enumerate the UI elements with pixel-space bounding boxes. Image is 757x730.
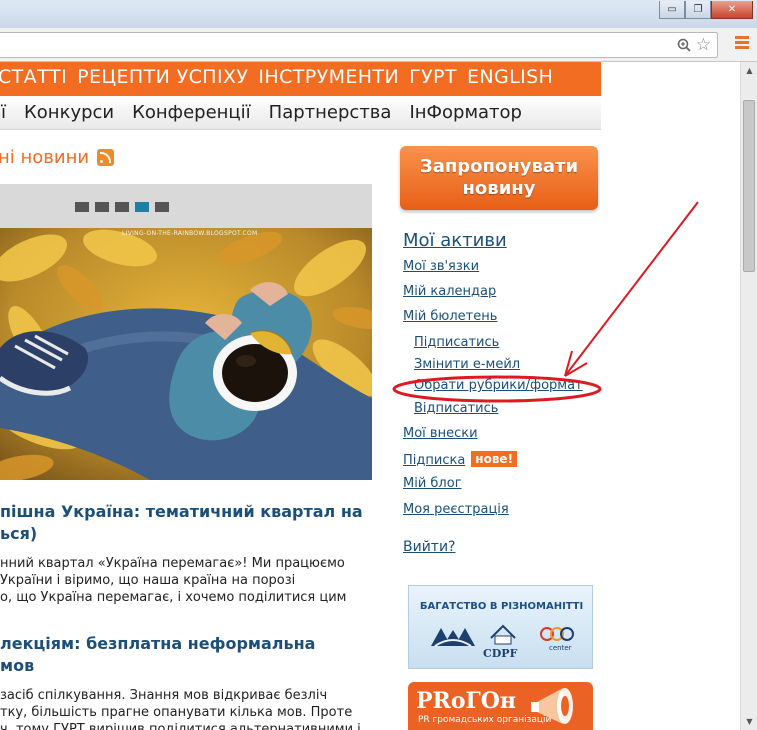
article-1-title-line-1[interactable]: пішна Україна: тематичний квартал на bbox=[0, 502, 363, 521]
article-2-text-line-3: ч, тому ГУРТ вирішив поділитися альтерна… bbox=[0, 722, 361, 730]
article-1-text-line-1: нний квартал «Україна перемагає»! Ми пра… bbox=[0, 556, 345, 571]
link-my-contributions[interactable]: Мої внески bbox=[403, 426, 478, 441]
new-badge: нове! bbox=[471, 451, 518, 467]
news-section-title: ні новини bbox=[0, 147, 115, 168]
link-my-calendar[interactable]: Мій календар bbox=[403, 284, 496, 299]
link-change-email[interactable]: Змінити е-мейл bbox=[414, 357, 520, 372]
secondary-nav: ії Конкурси Конференції Партнерства ІнФо… bbox=[0, 96, 601, 130]
link-subscription[interactable]: Підписка bbox=[403, 453, 465, 468]
slider-dots bbox=[75, 202, 169, 212]
link-choose-rubrics[interactable]: Обрати рубрики/формат bbox=[414, 378, 583, 393]
nav2-item-informator[interactable]: ІнФорматор bbox=[409, 102, 522, 123]
restore-button[interactable]: ❐ bbox=[685, 1, 711, 19]
close-button[interactable]: ✕ bbox=[711, 1, 753, 19]
browser-toolbar: ☆ bbox=[0, 28, 757, 62]
link-my-bulletin[interactable]: Мій бюлетень bbox=[403, 309, 497, 324]
browser-window: ▭ ❐ ✕ ☆ ▲ ▼ СТАТТІ РЕЦЕПТИ УСПІХУ ІНСТРУ… bbox=[0, 0, 757, 730]
nav2-item-cut[interactable]: ії bbox=[0, 102, 6, 123]
nav2-item-partnerships[interactable]: Партнерства bbox=[269, 102, 392, 123]
photo-watermark: LIVING-ON-THE-RAINBOW.BLOGSPOT.COM bbox=[122, 230, 258, 237]
progon-banner[interactable]: PRоГОн PR громадських організацій bbox=[408, 682, 593, 730]
window-controls: ▭ ❐ ✕ bbox=[659, 1, 753, 19]
nav-item-tools[interactable]: ІНСТРУМЕНТИ bbox=[258, 66, 399, 88]
zoom-icon[interactable] bbox=[677, 38, 691, 52]
annotation-arrow bbox=[564, 201, 699, 377]
diversity-banner[interactable]: БАГАТСТВО В РІЗНОМАНІТТІ CDPF center bbox=[408, 585, 593, 669]
slider-dot-5[interactable] bbox=[155, 202, 169, 212]
article-2-title[interactable]: лекціям: безплатна неформальна мов bbox=[0, 633, 380, 677]
nav-item-english[interactable]: ENGLISH bbox=[467, 66, 553, 88]
cdpf-logo-text: CDPF bbox=[483, 647, 518, 660]
nav-item-gurt[interactable]: ГУРТ bbox=[409, 66, 457, 88]
megaphone-icon bbox=[531, 688, 573, 724]
progon-title: PRоГОн bbox=[416, 688, 516, 714]
article-1-text-line-2: України і віримо, що наша країна на поро… bbox=[0, 573, 296, 588]
link-unsubscribe[interactable]: Відписатись bbox=[414, 401, 498, 416]
bookmark-star-icon[interactable]: ☆ bbox=[696, 36, 711, 54]
browser-menu-icon[interactable] bbox=[735, 36, 749, 50]
slider-dot-1[interactable] bbox=[75, 202, 89, 212]
article-2: лекціям: безплатна неформальна мов засіб… bbox=[0, 633, 380, 730]
slider-dot-2[interactable] bbox=[95, 202, 109, 212]
scroll-down-icon[interactable]: ▼ bbox=[741, 713, 757, 730]
article-1-title-line-2[interactable]: ься) bbox=[0, 524, 37, 543]
nav2-item-contests[interactable]: Конкурси bbox=[24, 102, 114, 123]
article-2-text-line-2: тку, більшість прагне опанувати кілька м… bbox=[0, 705, 353, 720]
article-1-excerpt: нний квартал «Україна перемагає»! Ми пра… bbox=[0, 555, 380, 606]
slider-dot-4[interactable] bbox=[135, 202, 149, 212]
article-1-text-line-3: о, що Україна перемагає, і хочемо поділи… bbox=[0, 590, 347, 605]
logout-link[interactable]: Вийти? bbox=[403, 539, 456, 555]
scroll-up-icon[interactable]: ▲ bbox=[741, 62, 757, 79]
article-1: пішна Україна: тематичний квартал на ься… bbox=[0, 501, 380, 606]
link-subscribe[interactable]: Підписатись bbox=[414, 335, 499, 350]
nav-item-articles[interactable]: СТАТТІ bbox=[0, 66, 67, 88]
link-subscription-row: Підписка нове! bbox=[403, 451, 518, 468]
suggest-news-button[interactable]: Запропонувати новину bbox=[400, 146, 598, 210]
link-my-registration[interactable]: Моя реєстрація bbox=[403, 502, 509, 517]
vertical-scrollbar[interactable]: ▲ ▼ bbox=[740, 62, 757, 730]
slider-dot-3[interactable] bbox=[115, 202, 129, 212]
article-2-title-line-1[interactable]: лекціям: безплатна неформальна bbox=[0, 634, 315, 653]
url-field[interactable]: ☆ bbox=[0, 32, 718, 58]
article-2-title-line-2[interactable]: мов bbox=[0, 656, 34, 675]
scrollbar-thumb[interactable] bbox=[743, 100, 755, 272]
rss-icon[interactable] bbox=[97, 149, 115, 166]
link-my-connections[interactable]: Мої зв'язки bbox=[403, 259, 479, 274]
article-2-excerpt: засіб спілкування. Знання мов відкриває … bbox=[0, 687, 380, 730]
nav2-item-conferences[interactable]: Конференції bbox=[132, 102, 251, 123]
neo-center-logo-text: center bbox=[549, 644, 572, 652]
news-title-text[interactable]: ні новини bbox=[0, 147, 89, 168]
slider-controls bbox=[0, 184, 372, 228]
minimize-button[interactable]: ▭ bbox=[659, 1, 685, 19]
article-1-title[interactable]: пішна Україна: тематичний квартал на ься… bbox=[0, 501, 380, 545]
link-my-blog[interactable]: Мій блог bbox=[403, 476, 462, 491]
nav-item-success-recipes[interactable]: РЕЦЕПТИ УСПІХУ bbox=[77, 66, 248, 88]
primary-nav: СТАТТІ РЕЦЕПТИ УСПІХУ ІНСТРУМЕНТИ ГУРТ E… bbox=[0, 62, 601, 96]
my-assets-heading[interactable]: Мої активи bbox=[403, 230, 507, 251]
article-2-text-line-1: засіб спілкування. Знання мов відкриває … bbox=[0, 688, 328, 703]
featured-image[interactable]: LIVING-ON-THE-RAINBOW.BLOGSPOT.COM bbox=[0, 228, 372, 480]
autumn-coffee-image bbox=[0, 228, 372, 480]
window-titlebar: ▭ ❐ ✕ bbox=[0, 0, 757, 28]
